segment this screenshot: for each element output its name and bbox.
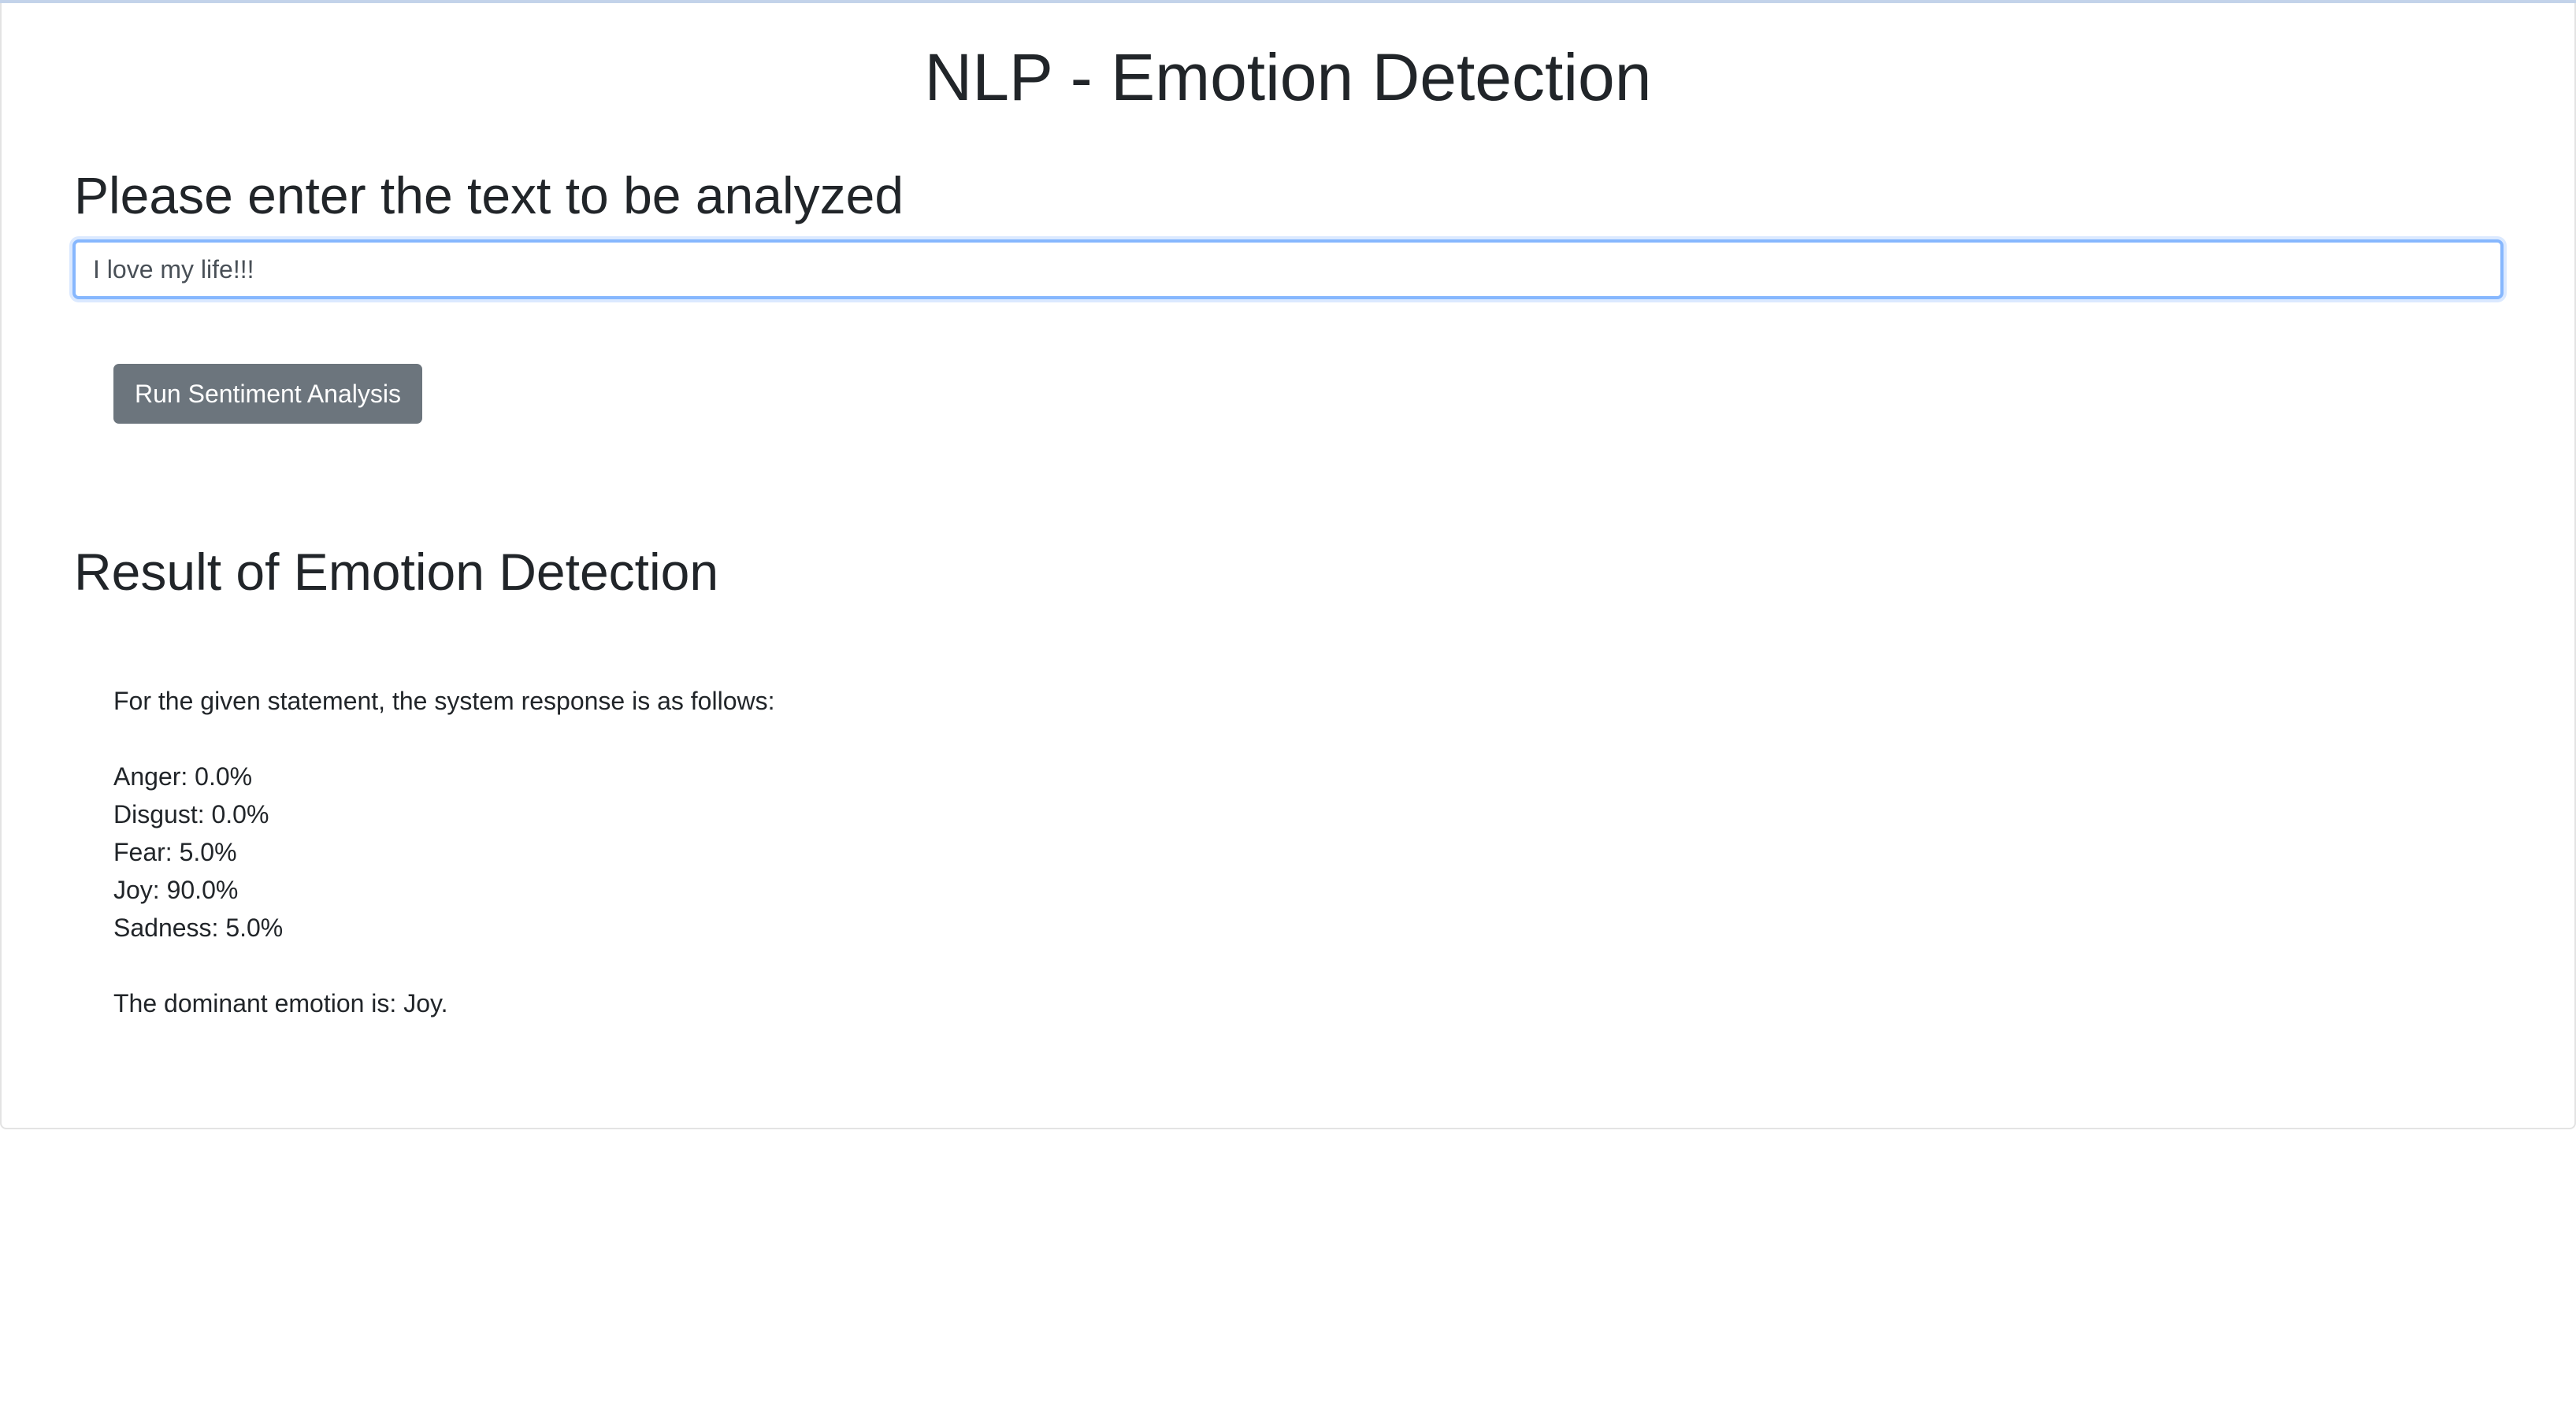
score-joy: Joy: 90.0% — [113, 876, 239, 904]
score-anger: Anger: 0.0% — [113, 762, 253, 791]
result-heading: Result of Emotion Detection — [74, 543, 719, 601]
result-intro: For the given statement, the system resp… — [113, 687, 775, 715]
score-disgust: Disgust: 0.0% — [113, 800, 269, 828]
run-sentiment-analysis-button[interactable]: Run Sentiment Analysis — [113, 364, 422, 424]
dominant-emotion: The dominant emotion is: Joy. — [113, 989, 448, 1017]
result-output: For the given statement, the system resp… — [113, 682, 774, 1022]
app-container: NLP - Emotion Detection Please enter the… — [0, 3, 2576, 1129]
input-heading: Please enter the text to be analyzed — [74, 166, 904, 224]
text-to-analyze-input[interactable] — [72, 239, 2504, 299]
score-fear: Fear: 5.0% — [113, 838, 237, 866]
page-title: NLP - Emotion Detection — [924, 40, 1652, 114]
score-sadness: Sadness: 5.0% — [113, 914, 284, 942]
browser-viewport: NLP - Emotion Detection Please enter the… — [0, 0, 2576, 1427]
